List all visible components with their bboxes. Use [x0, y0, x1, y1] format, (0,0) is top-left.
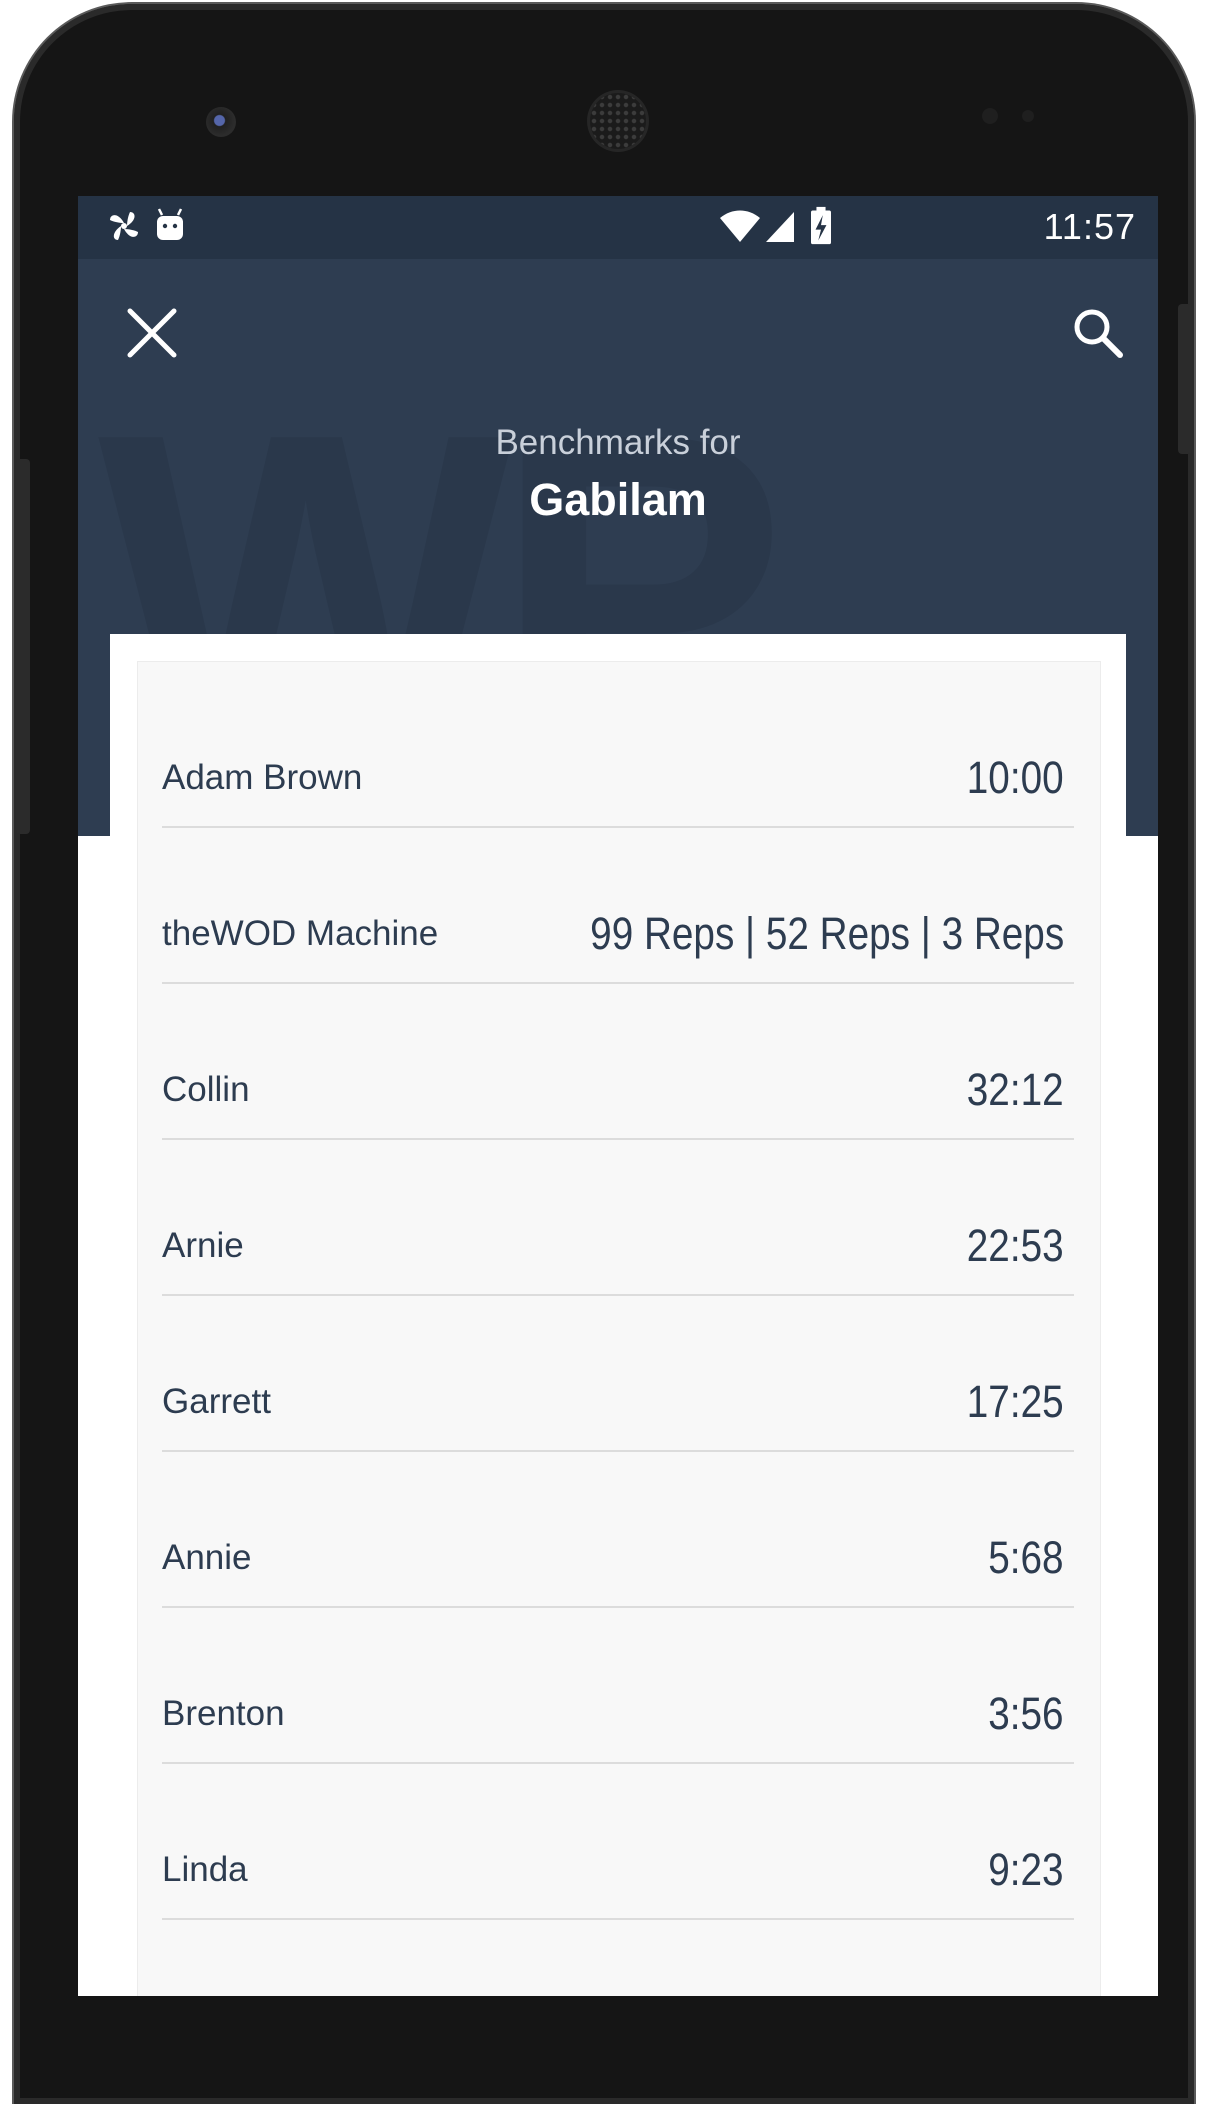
page-title: Gabilam: [529, 474, 707, 525]
benchmark-name: Collin: [162, 1070, 250, 1109]
benchmark-name: Linda: [162, 1850, 248, 1889]
phone-frame: 11:57 WP Benchmarks for Gabilam Adam Bro…: [14, 4, 1194, 2104]
list-item[interactable]: theWOD Machine 99 Reps | 52 Reps | 3 Rep…: [162, 826, 1074, 984]
light-sensor: [1022, 110, 1034, 122]
header-subtitle: Benchmarks for: [495, 423, 741, 462]
list-item[interactable]: Annie 5:68: [162, 1450, 1074, 1608]
status-bar: 11:57: [78, 196, 1158, 259]
benchmark-result: 99 Reps | 52 Reps | 3 Reps: [589, 908, 1064, 959]
pinwheel-icon: [110, 212, 138, 240]
benchmark-name: Brenton: [162, 1694, 285, 1733]
search-icon[interactable]: [1068, 303, 1128, 363]
status-time: 11:57: [1043, 206, 1136, 247]
benchmark-name: Arnie: [162, 1226, 244, 1265]
wifi-icon: [720, 210, 760, 242]
benchmark-result: 32:12: [967, 1064, 1064, 1115]
benchmark-name: Adam Brown: [162, 758, 363, 797]
benchmark-name: Annie: [162, 1538, 252, 1577]
benchmark-result: 9:23: [988, 1844, 1064, 1895]
power-button: [1178, 304, 1192, 454]
list-item[interactable]: Garrett 17:25: [162, 1294, 1074, 1452]
list-item[interactable]: Linda 9:23: [162, 1762, 1074, 1920]
list-item[interactable]: Collin 32:12: [162, 982, 1074, 1140]
benchmark-result: 17:25: [967, 1376, 1064, 1427]
volume-button: [16, 459, 30, 834]
benchmark-result: 3:56: [988, 1688, 1064, 1739]
benchmark-result: 5:68: [988, 1532, 1064, 1583]
benchmark-result: 22:53: [967, 1220, 1064, 1271]
android-icon: [157, 208, 183, 240]
front-camera: [206, 107, 236, 137]
benchmark-name: theWOD Machine: [162, 914, 439, 953]
screen: 11:57 WP Benchmarks for Gabilam Adam Bro…: [78, 196, 1158, 1996]
close-icon[interactable]: [122, 303, 182, 363]
benchmark-result: 10:00: [967, 752, 1064, 803]
earpiece-speaker: [590, 93, 646, 149]
list-item[interactable]: Arnie 22:53: [162, 1138, 1074, 1296]
list-item[interactable]: Adam Brown 10:00: [162, 670, 1074, 828]
benchmark-name: Garrett: [162, 1382, 271, 1421]
proximity-sensor: [982, 108, 998, 124]
battery-charging-icon: [811, 206, 831, 245]
list-item[interactable]: Brenton 3:56: [162, 1606, 1074, 1764]
signal-icon: [766, 212, 794, 242]
